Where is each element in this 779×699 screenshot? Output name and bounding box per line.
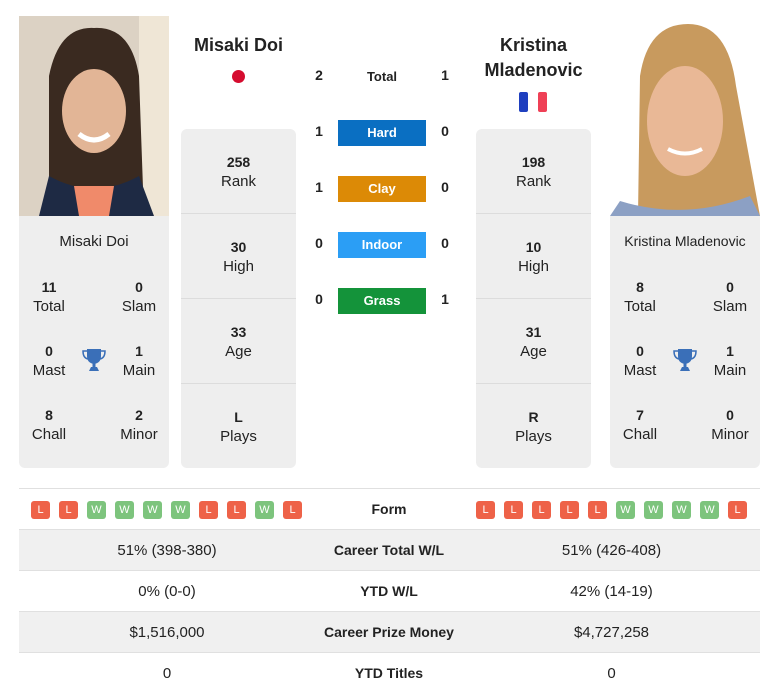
ytd-wl-row: 0% (0-0) YTD W/L 42% (14-19) xyxy=(19,570,760,612)
titles-total: 8 Total xyxy=(624,279,656,315)
player-left-titles-card: Misaki Doi 11 Total 0 Slam 0 Mast 1 Main 8 Ch… xyxy=(19,216,169,468)
age-stat: 31 Age xyxy=(520,324,547,360)
ytd-titles-row: 0 YTD Titles 0 xyxy=(19,652,760,694)
player-photo-left xyxy=(19,16,169,216)
form-badge-loss[interactable]: L xyxy=(560,501,579,519)
player-right-titles-card: Kristina Mladenovic 8 Total 0 Slam 0 Mast 1… xyxy=(610,216,760,468)
form-label: Form xyxy=(371,501,407,517)
surface-grass-button[interactable]: Grass xyxy=(338,288,426,314)
form-badge-win[interactable]: W xyxy=(255,501,274,519)
form-badge-loss[interactable]: L xyxy=(199,501,218,519)
h2h-grass-right: 1 xyxy=(441,291,449,307)
form-badge-loss[interactable]: L xyxy=(59,501,78,519)
titles-mast: 0 Mast xyxy=(623,343,657,379)
titles-total: 11 Total xyxy=(33,279,65,315)
titles-mast: 0 Mast xyxy=(32,343,66,379)
career-wl-label: Career Total W/L xyxy=(333,542,445,558)
surface-indoor-button[interactable]: Indoor xyxy=(338,232,426,258)
form-badge-win[interactable]: W xyxy=(672,501,691,519)
trophy-icon xyxy=(673,347,697,378)
ytd-titles-label: YTD Titles xyxy=(354,665,424,681)
form-badge-win[interactable]: W xyxy=(700,501,719,519)
h2h-clay-left: 1 xyxy=(315,179,323,195)
ytd-titles-right: 0 xyxy=(607,665,616,682)
surface-hard-button[interactable]: Hard xyxy=(338,120,426,146)
titles-minor: 2 Minor xyxy=(120,407,158,443)
player-left-name[interactable]: Misaki Doi xyxy=(19,233,169,250)
plays-stat: R Plays xyxy=(515,409,552,445)
divider xyxy=(476,213,591,214)
player-left-header-name[interactable]: Misaki Doi xyxy=(181,33,296,58)
titles-chall: 8 Chall xyxy=(31,407,67,443)
rank-stat: 258 Rank xyxy=(220,154,257,190)
player-left-stats-card: 258 Rank 30 High 33 Age L Plays xyxy=(181,129,296,468)
divider xyxy=(476,298,591,299)
form-badge-loss[interactable]: L xyxy=(31,501,50,519)
titles-main: 1 Main xyxy=(122,343,156,379)
high-stat: 30 High xyxy=(223,239,254,275)
h2h-indoor-right: 0 xyxy=(441,235,449,251)
trophy-icon xyxy=(82,347,106,378)
ytd-wl-left: 0% (0-0) xyxy=(138,583,196,600)
divider xyxy=(476,383,591,384)
ytd-wl-right: 42% (14-19) xyxy=(570,583,653,600)
h2h-total-label: Total xyxy=(366,69,398,84)
titles-minor: 0 Minor xyxy=(711,407,749,443)
titles-main: 1 Main xyxy=(713,343,747,379)
h2h-indoor-left: 0 xyxy=(315,235,323,251)
career-wl-right: 51% (426-408) xyxy=(561,542,662,559)
h2h-hard-left: 1 xyxy=(315,123,323,139)
age-stat: 33 Age xyxy=(225,324,252,360)
france-flag-icon xyxy=(519,92,547,112)
titles-slam: 0 Slam xyxy=(712,279,748,315)
titles-chall: 7 Chall xyxy=(622,407,658,443)
form-left: LLWWWWLLWL xyxy=(19,489,315,530)
form-row: LLWWWWLLWL Form LLLLLWWWWL xyxy=(19,488,760,530)
player-right-header-name[interactable]: Kristina Mladenovic xyxy=(476,33,591,83)
h2h-total-left: 2 xyxy=(315,67,323,83)
form-badge-loss[interactable]: L xyxy=(588,501,607,519)
form-badge-loss[interactable]: L xyxy=(227,501,246,519)
form-badge-loss[interactable]: L xyxy=(476,501,495,519)
form-badge-win[interactable]: W xyxy=(644,501,663,519)
japan-flag-icon xyxy=(232,70,245,83)
career-wl-left: 51% (398-380) xyxy=(117,542,217,559)
form-right: LLLLLWWWWL xyxy=(463,489,760,530)
form-badge-win[interactable]: W xyxy=(616,501,635,519)
rank-stat: 198 Rank xyxy=(515,154,552,190)
ytd-titles-left: 0 xyxy=(162,665,172,682)
form-badge-win[interactable]: W xyxy=(115,501,134,519)
player-right-stats-card: 198 Rank 10 High 31 Age R Plays xyxy=(476,129,591,468)
h2h-clay-right: 0 xyxy=(441,179,449,195)
ytd-wl-label: YTD W/L xyxy=(360,583,418,599)
player-right-name[interactable]: Kristina Mladenovic xyxy=(610,233,760,249)
surface-clay-button[interactable]: Clay xyxy=(338,176,426,202)
titles-slam: 0 Slam xyxy=(121,279,157,315)
form-badge-loss[interactable]: L xyxy=(283,501,302,519)
form-badge-win[interactable]: W xyxy=(87,501,106,519)
high-stat: 10 High xyxy=(518,239,549,275)
form-badge-win[interactable]: W xyxy=(143,501,162,519)
prize-money-right: $4,727,258 xyxy=(573,624,650,641)
form-badge-loss[interactable]: L xyxy=(504,501,523,519)
form-badge-win[interactable]: W xyxy=(171,501,190,519)
prize-money-row: $1,516,000 Career Prize Money $4,727,258 xyxy=(19,611,760,653)
divider xyxy=(181,383,296,384)
career-wl-row: 51% (398-380) Career Total W/L 51% (426-… xyxy=(19,529,760,571)
h2h-hard-right: 0 xyxy=(441,123,449,139)
divider xyxy=(181,213,296,214)
h2h-total-right: 1 xyxy=(441,67,449,83)
h2h-grass-left: 0 xyxy=(315,291,323,307)
divider xyxy=(181,298,296,299)
prize-money-label: Career Prize Money xyxy=(324,624,454,640)
player-photo-right xyxy=(610,16,760,216)
prize-money-left: $1,516,000 xyxy=(129,624,205,641)
plays-stat: L Plays xyxy=(220,409,257,445)
form-badge-loss[interactable]: L xyxy=(532,501,551,519)
form-badge-loss[interactable]: L xyxy=(728,501,747,519)
